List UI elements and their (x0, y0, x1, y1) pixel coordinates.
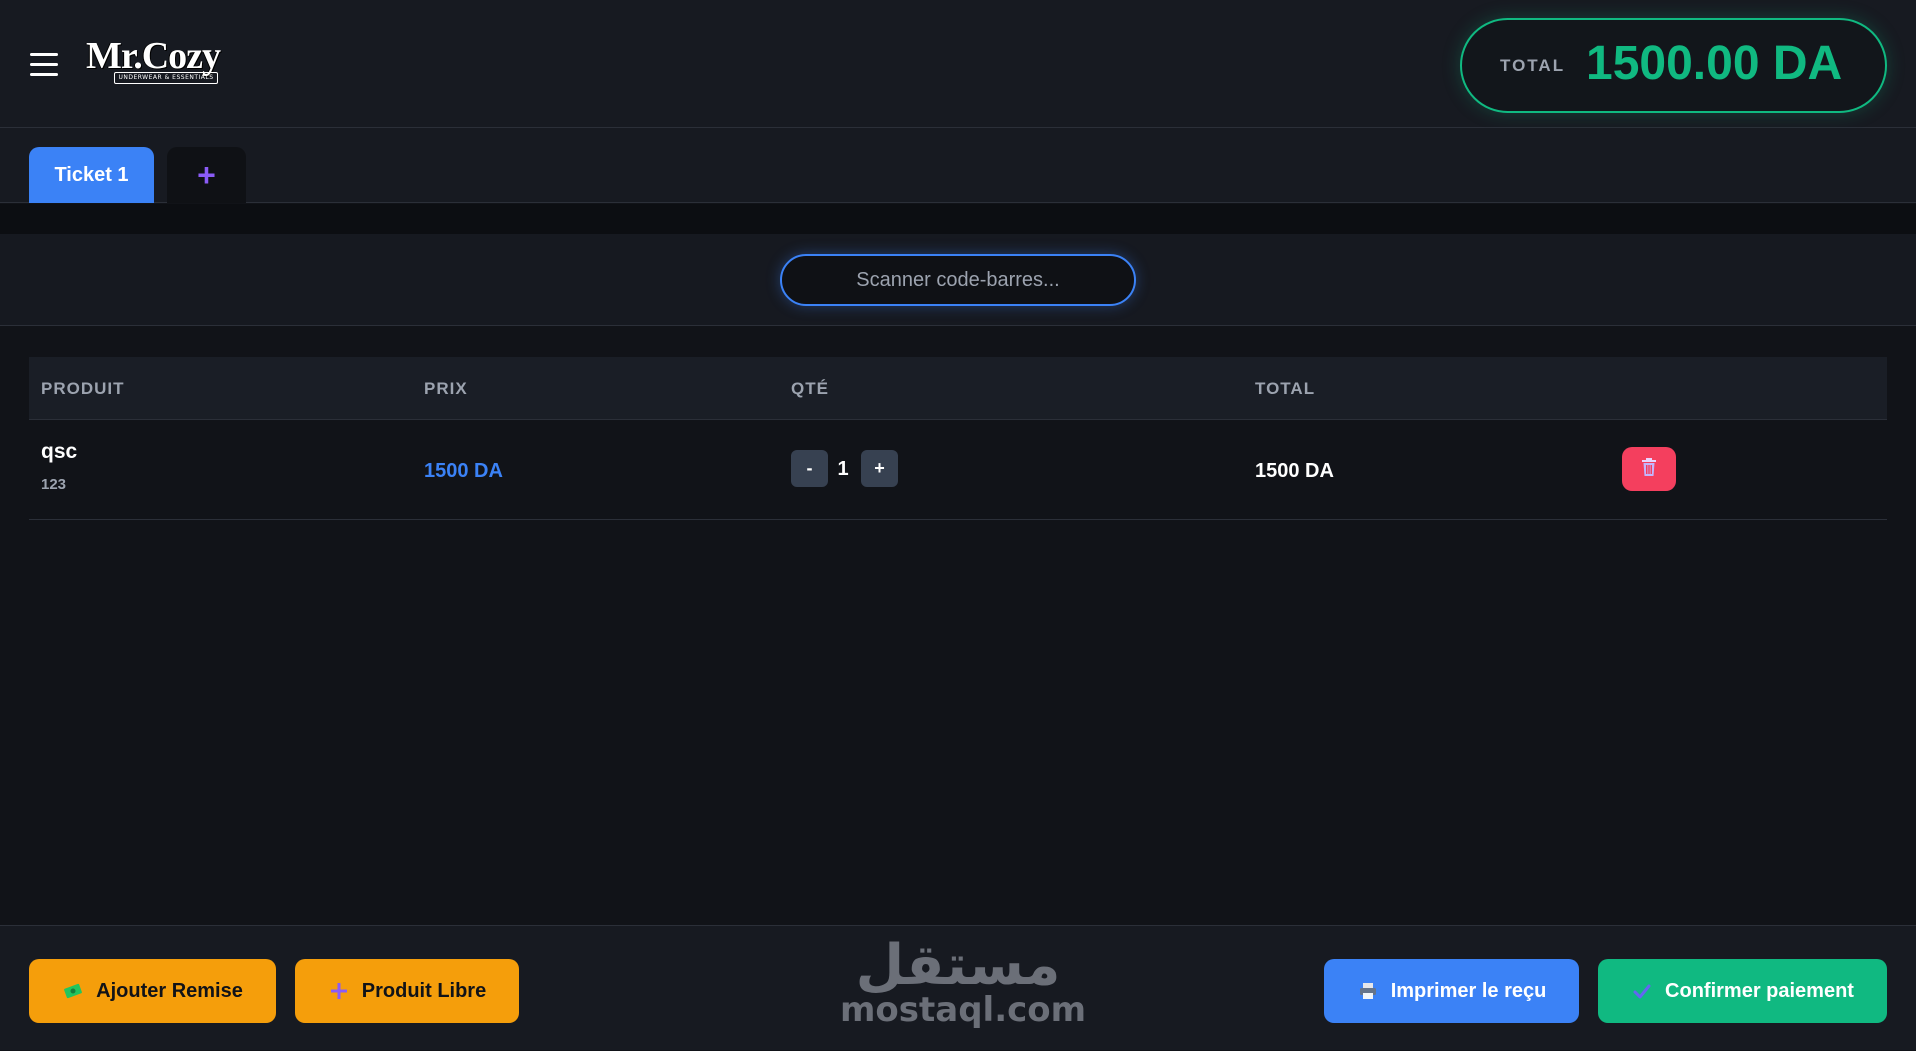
tab-ticket-1[interactable]: Ticket 1 (29, 147, 154, 203)
plus-icon (328, 980, 350, 1002)
product-code: 123 (41, 476, 67, 493)
print-receipt-button[interactable]: Imprimer le reçu (1324, 959, 1579, 1023)
brand-logo: Mr.Cozy UNDERWEAR & ESSENTIALS (86, 36, 232, 86)
free-product-button[interactable]: Produit Libre (295, 959, 519, 1023)
free-product-label: Produit Libre (361, 979, 487, 1002)
scanner-section (0, 234, 1916, 326)
confirm-payment-label: Confirmer paiement (1665, 979, 1854, 1002)
check-icon (1631, 980, 1653, 1002)
table-header: PRODUIT PRIX QTÉ TOTAL (29, 357, 1887, 420)
action-footer: Ajouter Remise Produit Libre مستقل mosta… (0, 925, 1916, 1050)
printer-icon (1357, 980, 1379, 1002)
watermark-url: mostaql.com (840, 990, 1087, 1030)
confirm-payment-button[interactable]: Confirmer paiement (1598, 959, 1887, 1023)
column-header-product: PRODUIT (41, 379, 125, 398)
qty-decrease-button[interactable]: - (791, 450, 828, 487)
trash-icon (1640, 457, 1658, 482)
delete-item-button[interactable] (1622, 447, 1676, 491)
add-discount-button[interactable]: Ajouter Remise (29, 959, 276, 1023)
total-value: 1500.00 DA (1586, 37, 1843, 90)
print-receipt-label: Imprimer le reçu (1390, 979, 1547, 1002)
add-ticket-button[interactable]: + (167, 147, 246, 203)
product-name: qsc (41, 440, 78, 463)
ticket-tabs: Ticket 1 + (0, 128, 1916, 203)
line-total: 1500 DA (1255, 460, 1334, 482)
logo-tagline: UNDERWEAR & ESSENTIALS (114, 72, 218, 84)
total-label: TOTAL (1500, 56, 1566, 75)
hamburger-menu-icon[interactable] (30, 53, 58, 77)
watermark: مستقل mostaql.com (840, 926, 1087, 1051)
column-header-price: PRIX (424, 379, 468, 398)
add-discount-label: Ajouter Remise (96, 979, 243, 1002)
divider (0, 204, 1916, 234)
column-header-total: TOTAL (1255, 379, 1316, 398)
table-row: qsc 123 1500 DA - 1 + 1500 DA (29, 420, 1887, 520)
top-header: Mr.Cozy UNDERWEAR & ESSENTIALS TOTAL 150… (0, 0, 1916, 128)
plus-icon: + (197, 157, 216, 193)
column-header-qty: QTÉ (791, 379, 829, 398)
barcode-scan-input[interactable] (780, 254, 1136, 306)
qty-increase-button[interactable]: + (861, 450, 898, 487)
product-price: 1500 DA (424, 460, 503, 482)
total-display: TOTAL 1500.00 DA (1460, 18, 1887, 113)
logo-text: Mr.Cozy (86, 35, 221, 77)
money-icon (62, 980, 84, 1002)
qty-value: 1 (837, 458, 849, 480)
cart-table: PRODUIT PRIX QTÉ TOTAL qsc 123 1500 DA -… (29, 357, 1887, 520)
